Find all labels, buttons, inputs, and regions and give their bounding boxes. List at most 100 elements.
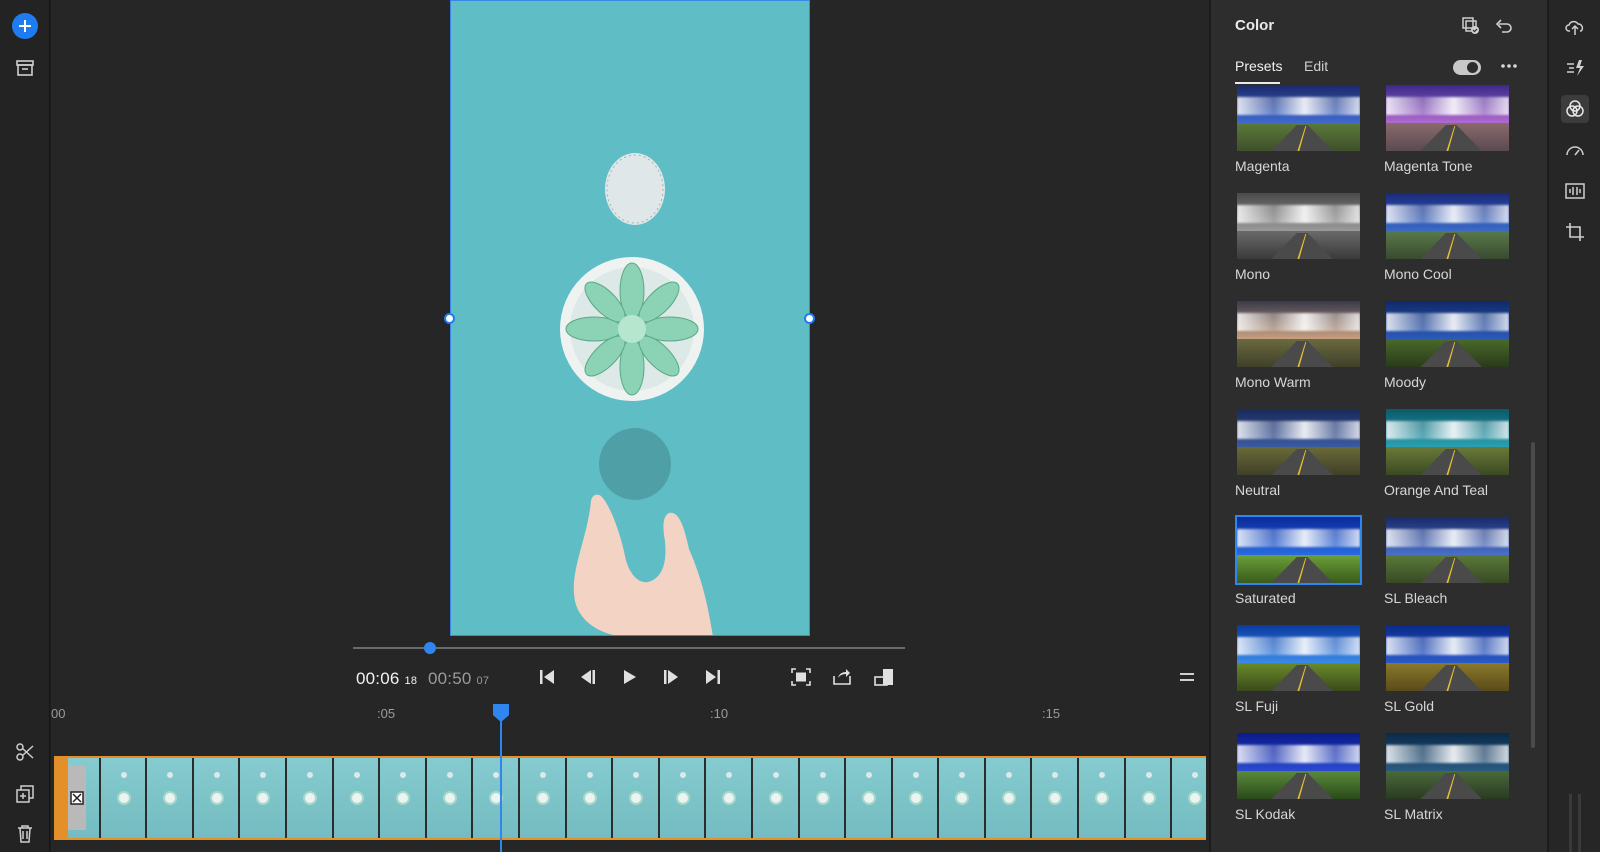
upload-button[interactable] xyxy=(1561,13,1589,41)
plus-icon xyxy=(19,20,31,32)
preset-item[interactable]: SL Matrix xyxy=(1384,731,1511,822)
preset-item[interactable]: Magenta Tone xyxy=(1384,83,1511,174)
preset-label: Mono xyxy=(1235,266,1271,282)
preset-thumbnail[interactable] xyxy=(1235,191,1362,261)
frame-pebble xyxy=(586,772,593,778)
archive-button[interactable] xyxy=(13,56,37,80)
preset-thumbnail[interactable] xyxy=(1235,515,1362,585)
clip-trim-handle-start[interactable] xyxy=(54,756,68,840)
speed-button[interactable] xyxy=(1561,54,1589,82)
playhead-line[interactable] xyxy=(500,716,502,852)
crop-icon xyxy=(1566,223,1584,241)
gauge-icon xyxy=(1566,146,1584,156)
preset-item[interactable]: SL Gold xyxy=(1384,623,1511,714)
preset-label: Magenta xyxy=(1235,158,1290,174)
frame-succulent xyxy=(1001,791,1016,805)
preset-thumbnail[interactable] xyxy=(1384,515,1511,585)
step-back-button[interactable] xyxy=(576,665,600,689)
thumb-cloud xyxy=(1237,420,1360,440)
preset-thumbnail[interactable] xyxy=(1235,83,1362,153)
frame-succulent xyxy=(768,791,783,805)
thumb-cloud xyxy=(1386,420,1509,440)
preset-item[interactable]: SL Fuji xyxy=(1235,623,1362,714)
upload-cloud-icon xyxy=(1565,20,1584,35)
current-time: 00:06 18 xyxy=(356,669,418,688)
preset-thumbnail[interactable] xyxy=(1384,83,1511,153)
preset-thumbnail[interactable] xyxy=(1384,299,1511,369)
tab-presets[interactable]: Presets xyxy=(1235,58,1282,74)
panel-scrollbar[interactable] xyxy=(1531,442,1535,748)
go-to-start-button[interactable] xyxy=(535,665,559,689)
fit-frame-icon xyxy=(791,668,811,686)
playhead-handle[interactable] xyxy=(493,704,509,722)
play-button[interactable] xyxy=(617,665,641,689)
frame-succulent xyxy=(349,791,364,805)
frame-succulent xyxy=(1188,791,1203,805)
frame-pebble xyxy=(1145,772,1152,778)
frame-pebble xyxy=(446,772,453,778)
color-button[interactable] xyxy=(1561,95,1589,123)
preset-thumbnail[interactable] xyxy=(1235,731,1362,801)
timeline-menu-icon[interactable] xyxy=(1180,673,1194,681)
preset-item[interactable]: Mono xyxy=(1235,191,1362,282)
clip-frame-thumbnail xyxy=(240,758,287,838)
clip-frame-thumbnail xyxy=(939,758,986,838)
resize-handle-right[interactable] xyxy=(804,313,815,324)
tab-edit[interactable]: Edit xyxy=(1304,58,1328,74)
audio-button[interactable] xyxy=(1561,177,1589,205)
clip-frame-thumbnail xyxy=(566,758,614,838)
frame-succulent xyxy=(442,791,457,805)
panel-title: Color xyxy=(1235,17,1275,34)
preset-item[interactable]: SL Bleach xyxy=(1384,515,1511,606)
color-enable-toggle[interactable] xyxy=(1453,60,1481,75)
video-clip[interactable] xyxy=(54,756,1206,840)
delete-button[interactable] xyxy=(13,822,37,846)
go-to-end-button[interactable] xyxy=(701,665,725,689)
preset-item[interactable]: Moody xyxy=(1384,299,1511,390)
frame-pebble xyxy=(1005,772,1012,778)
duplicate-button[interactable] xyxy=(13,782,37,806)
frame-succulent xyxy=(396,791,411,805)
video-preview[interactable] xyxy=(450,0,810,636)
preset-item[interactable]: Neutral xyxy=(1235,407,1362,498)
preset-thumbnail[interactable] xyxy=(1384,623,1511,693)
fit-frame-button[interactable] xyxy=(789,665,813,689)
clip-frame-thumbnail xyxy=(193,758,241,838)
preset-thumbnail[interactable] xyxy=(1235,623,1362,693)
preset-thumbnail[interactable] xyxy=(1235,407,1362,477)
resize-handle-left[interactable] xyxy=(444,313,455,324)
trash-icon xyxy=(18,825,32,843)
preset-thumbnail[interactable] xyxy=(1384,731,1511,801)
crop-button[interactable] xyxy=(1561,218,1589,246)
frame-succulent xyxy=(1095,791,1110,805)
preset-label: Mono Warm xyxy=(1235,374,1311,390)
preset-item[interactable]: Magenta xyxy=(1235,83,1362,174)
preset-item[interactable]: Mono Warm xyxy=(1235,299,1362,390)
share-button[interactable] xyxy=(830,665,854,689)
split-button[interactable] xyxy=(13,740,37,764)
frame-succulent xyxy=(955,791,970,805)
more-options-button[interactable] xyxy=(1500,59,1518,78)
adjust-button[interactable] xyxy=(1561,136,1589,164)
preset-label: SL Fuji xyxy=(1235,698,1279,714)
preset-label: Orange And Teal xyxy=(1384,482,1489,498)
reset-button[interactable] xyxy=(1494,16,1514,41)
preset-item[interactable]: SL Kodak xyxy=(1235,731,1362,822)
preset-item[interactable]: Orange And Teal xyxy=(1384,407,1511,498)
clip-badge xyxy=(68,766,86,830)
preset-item[interactable]: Saturated xyxy=(1235,515,1362,606)
frame-pebble xyxy=(539,772,546,778)
preset-thumbnail[interactable] xyxy=(1384,407,1511,477)
preset-item[interactable]: Mono Cool xyxy=(1384,191,1511,282)
thumb-cloud xyxy=(1386,204,1509,224)
clip-frame-thumbnail xyxy=(286,758,334,838)
frame-pebble xyxy=(679,772,686,778)
scrubber-thumb[interactable] xyxy=(424,642,436,654)
aspect-ratio-button[interactable] xyxy=(872,665,896,689)
compare-button[interactable] xyxy=(1461,16,1481,41)
panel-resize-grip[interactable] xyxy=(1569,794,1581,852)
add-media-button[interactable] xyxy=(12,13,38,39)
preset-thumbnail[interactable] xyxy=(1384,191,1511,261)
step-forward-button[interactable] xyxy=(659,665,683,689)
preset-thumbnail[interactable] xyxy=(1235,299,1362,369)
